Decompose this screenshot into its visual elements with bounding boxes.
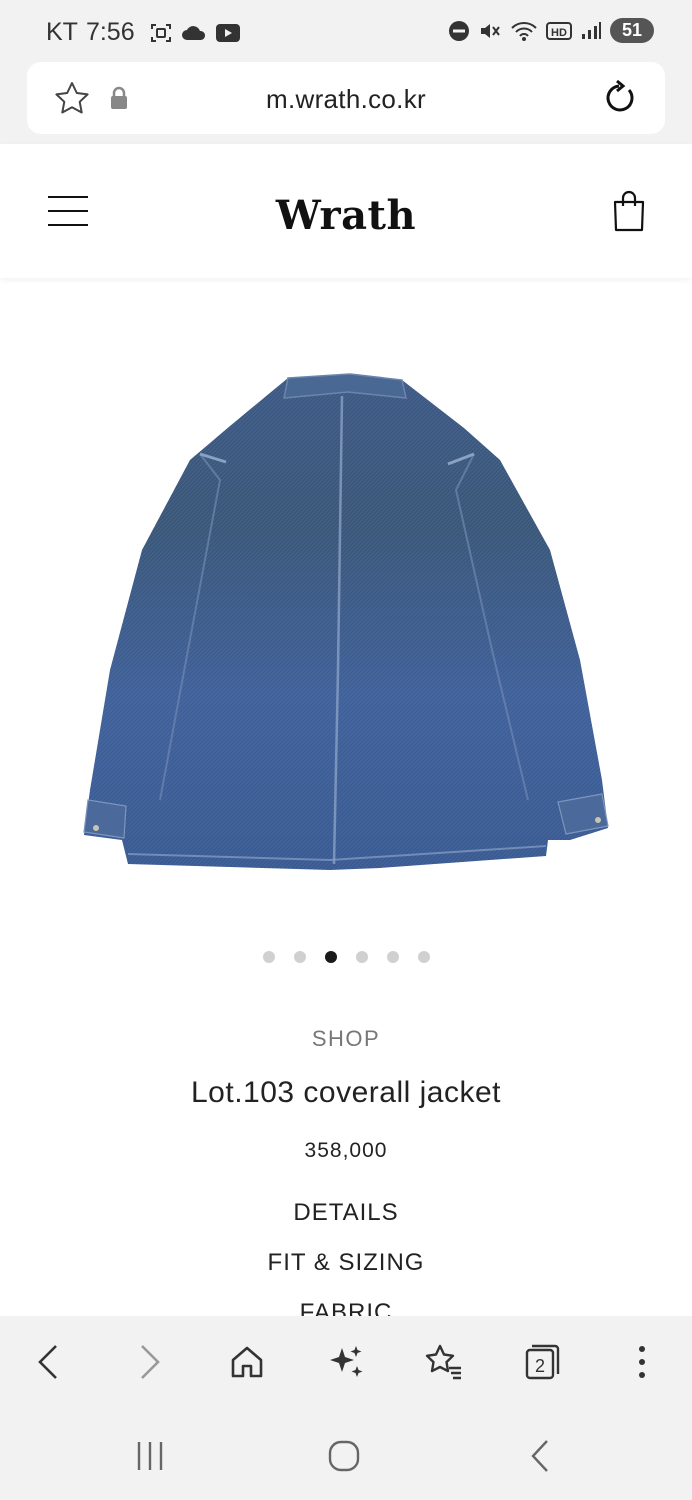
cloud-icon (181, 25, 205, 40)
hd-icon: HD (545, 21, 572, 40)
system-back-icon (531, 1440, 548, 1472)
details-toggle[interactable]: DETAILS (0, 1199, 692, 1227)
carousel-dot[interactable] (386, 951, 399, 963)
url-text[interactable]: m.wrath.co.kr (27, 84, 665, 115)
sparkle-icon (330, 1346, 363, 1377)
forward-arrow-icon (141, 1345, 160, 1379)
address-bar[interactable]: m.wrath.co.kr (27, 62, 665, 134)
home-circle-icon (328, 1440, 360, 1472)
carousel-dot[interactable] (417, 951, 430, 963)
product-title: Lot.103 coverall jacket (190, 1076, 501, 1109)
carousel-dot[interactable] (324, 951, 337, 963)
system-back-button[interactable] (517, 1436, 561, 1476)
ai-assistant-button[interactable] (324, 1340, 368, 1384)
clock: 7:56 (85, 18, 135, 46)
reload-icon[interactable] (599, 78, 639, 118)
battery-indicator: 51 (609, 18, 654, 43)
bookmarks-button[interactable] (421, 1340, 465, 1384)
carousel-dot[interactable] (355, 951, 368, 963)
recents-icon (137, 1442, 163, 1470)
forward-button[interactable] (128, 1340, 172, 1384)
back-arrow-icon (38, 1345, 57, 1379)
carousel-dot[interactable] (262, 951, 275, 963)
product-image[interactable] (80, 370, 612, 872)
carrier-label: KT (46, 18, 78, 46)
site-header: Wrath (0, 144, 692, 278)
recent-apps-button[interactable] (128, 1436, 172, 1476)
home-button[interactable] (225, 1340, 269, 1384)
shopping-bag-icon[interactable] (612, 190, 646, 232)
youtube-icon (215, 23, 240, 42)
signal-icon (581, 21, 601, 39)
status-bar: KT 7:56 HD 51 (0, 0, 692, 62)
back-button[interactable] (26, 1340, 70, 1384)
tabs-count: 2 (535, 1356, 545, 1376)
carousel-dot[interactable] (293, 951, 306, 963)
status-right: HD 51 (448, 18, 654, 43)
do-not-disturb-icon (448, 20, 469, 41)
wifi-icon (511, 21, 537, 41)
home-icon (231, 1346, 263, 1378)
bookmarks-list-icon (425, 1344, 461, 1380)
site-logo[interactable]: Wrath (0, 192, 692, 239)
fit-sizing-toggle[interactable]: FIT & SIZING (0, 1249, 692, 1277)
mute-icon (480, 23, 500, 38)
product-category[interactable]: SHOP (0, 1026, 692, 1052)
svg-text:HD: HD (551, 27, 567, 39)
product-price: 358,000 (304, 1139, 388, 1162)
tabs-icon: 2 (525, 1344, 560, 1380)
fabric-toggle[interactable]: FABRIC (0, 1299, 692, 1316)
status-left: KT 7:56 (46, 18, 241, 47)
browser-toolbar: 2 (0, 1316, 692, 1408)
browser-address-area: m.wrath.co.kr (0, 62, 692, 144)
more-vertical-icon (639, 1346, 645, 1378)
more-menu-button[interactable] (620, 1340, 664, 1384)
system-home-button[interactable] (322, 1436, 366, 1476)
tabs-button[interactable]: 2 (520, 1340, 564, 1384)
system-navigation-bar (0, 1408, 692, 1500)
screenshot-icon (150, 23, 171, 42)
carousel-dots (0, 951, 692, 963)
